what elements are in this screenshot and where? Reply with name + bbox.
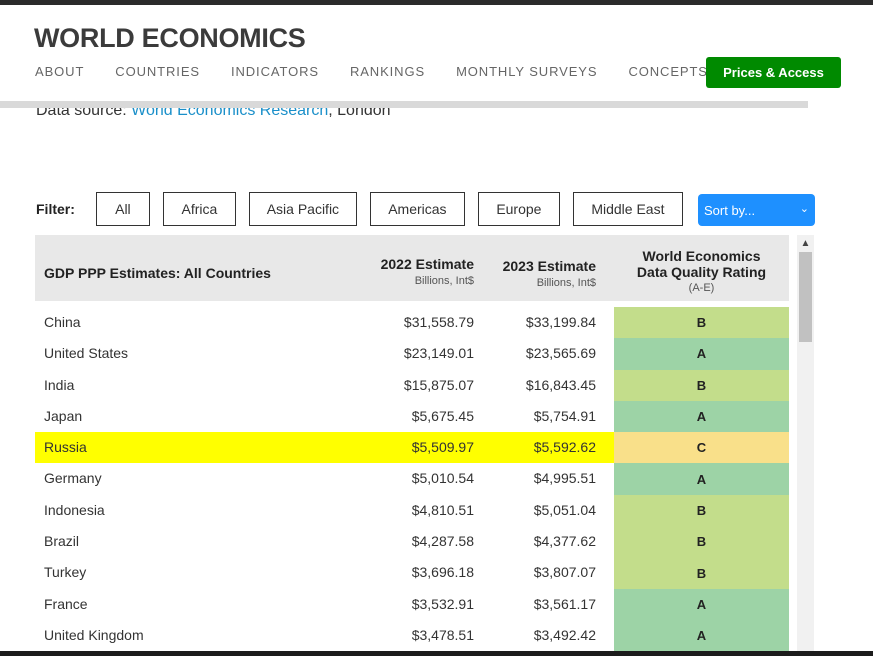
table-row[interactable]: Indonesia $4,810.51 $5,051.04 B: [35, 494, 789, 527]
value-2022: $31,558.79: [403, 314, 474, 330]
value-2023: $16,843.45: [525, 376, 596, 393]
value-2022: $3,696.18: [411, 564, 474, 581]
value-2023: $5,754.91: [533, 407, 596, 424]
col-2023-unit: Billions, Int$: [536, 277, 596, 289]
country-name: United Kingdom: [44, 626, 144, 643]
country-name: Turkey: [44, 564, 87, 581]
nav-indicators[interactable]: INDICATORS: [231, 64, 319, 79]
quality-rating: A: [614, 463, 789, 495]
value-2022: $3,532.91: [411, 595, 474, 612]
prices-access-button[interactable]: Prices & Access: [706, 57, 841, 88]
quality-rating: C: [614, 432, 789, 464]
value-2022: $15,875.07: [403, 376, 474, 393]
quality-rating: B: [614, 526, 789, 558]
value-2023: $3,807.07: [533, 564, 596, 581]
table-scrollbar[interactable]: ▲: [797, 235, 814, 651]
value-2022: $4,810.51: [411, 501, 474, 518]
table-row[interactable]: China $31,558.79 $33,199.84 B: [35, 307, 789, 339]
filter-all-button[interactable]: All: [95, 192, 150, 226]
value-2022: $23,149.01: [403, 345, 474, 362]
value-2023: $5,592.62: [533, 439, 596, 456]
scrollbar-thumb[interactable]: [799, 252, 812, 342]
quality-rating: A: [614, 400, 789, 433]
quality-rating: B: [614, 557, 789, 589]
table-title[interactable]: GDP PPP Estimates: All Countries: [44, 265, 271, 281]
country-name: Russia: [44, 439, 87, 456]
filter-row: Filter: All Africa Asia Pacific Americas…: [36, 192, 683, 226]
value-2023: $3,492.42: [533, 626, 596, 643]
country-name: Indonesia: [44, 501, 105, 518]
filter-middle-east-button[interactable]: Middle East: [572, 192, 683, 226]
country-name: Japan: [44, 407, 83, 424]
filter-label: Filter:: [36, 201, 75, 217]
site-header: WORLD ECONOMICS ABOUT COUNTRIES INDICATO…: [0, 5, 873, 101]
main-nav: ABOUT COUNTRIES INDICATORS RANKINGS MONT…: [35, 64, 739, 79]
table-row[interactable]: India $15,875.07 $16,843.45 B: [35, 369, 789, 401]
value-2023: $4,995.51: [533, 470, 596, 487]
country-name: United States: [44, 345, 129, 362]
col-rating-title-2: Data Quality Rating: [636, 264, 767, 280]
col-rating-header[interactable]: World Economics Data Quality Rating (A-E…: [614, 248, 789, 296]
value-2022: $5,509.97: [411, 439, 474, 456]
table-row[interactable]: Japan $5,675.45 $5,754.91 A: [35, 400, 789, 433]
filter-africa-button[interactable]: Africa: [162, 192, 236, 226]
filter-asia-pacific-button[interactable]: Asia Pacific: [248, 192, 357, 226]
table-body: China $31,558.79 $33,199.84 B United States $…: [35, 307, 789, 652]
window-bottom-strip: [0, 651, 873, 656]
filter-americas-button[interactable]: Americas: [369, 192, 465, 226]
value-2022: $3,478.51: [411, 626, 474, 643]
filter-europe-button[interactable]: Europe: [477, 192, 560, 226]
table-row[interactable]: Brazil $4,287.58 $4,377.62 B: [35, 526, 789, 558]
value-2022: $4,287.58: [411, 533, 474, 550]
quality-rating: A: [614, 588, 789, 620]
quality-rating: B: [614, 307, 789, 339]
chevron-down-icon: ⌄: [799, 203, 809, 215]
chevron-up-icon[interactable]: ▲: [797, 235, 814, 251]
country-name: France: [44, 595, 88, 612]
sort-select-label: Sort by...: [704, 202, 756, 218]
table-row[interactable]: France $3,532.91 $3,561.17 A: [35, 588, 789, 620]
table-header: GDP PPP Estimates: All Countries 2022 Es…: [35, 235, 789, 301]
value-2023: $33,199.84: [525, 314, 596, 330]
site-logo[interactable]: WORLD ECONOMICS: [34, 23, 306, 54]
country-name: Germany: [44, 470, 102, 487]
table-row[interactable]: United Kingdom $3,478.51 $3,492.42 A: [35, 619, 789, 652]
quality-rating: A: [614, 338, 789, 370]
quality-rating: A: [614, 619, 789, 652]
col-2023-title: 2023 Estimate: [502, 258, 596, 274]
value-2023: $23,565.69: [525, 345, 596, 362]
nav-about[interactable]: ABOUT: [35, 64, 84, 79]
country-name: Brazil: [44, 533, 80, 550]
header-shadow: [0, 100, 808, 108]
quality-rating: B: [614, 494, 789, 527]
col-rating-scale: (A-E): [688, 282, 715, 294]
sort-select[interactable]: Sort by... ⌄: [698, 194, 815, 226]
country-name: India: [44, 376, 75, 393]
nav-monthly-surveys[interactable]: MONTHLY SURVEYS: [456, 64, 597, 79]
table-row[interactable]: Turkey $3,696.18 $3,807.07 B: [35, 557, 789, 589]
table-row[interactable]: United States $23,149.01 $23,565.69 A: [35, 338, 789, 370]
col-2022-title: 2022 Estimate: [380, 256, 474, 272]
nav-concepts[interactable]: CONCEPTS: [628, 64, 707, 79]
nav-countries[interactable]: COUNTRIES: [115, 64, 200, 79]
value-2023: $5,051.04: [533, 501, 596, 518]
value-2023: $4,377.62: [533, 533, 596, 550]
value-2022: $5,010.54: [411, 470, 474, 487]
table-row[interactable]: Russia $5,509.97 $5,592.62 C: [35, 432, 789, 464]
nav-rankings[interactable]: RANKINGS: [350, 64, 425, 79]
value-2023: $3,561.17: [533, 595, 596, 612]
quality-rating: B: [614, 369, 789, 401]
col-rating-title-1: World Economics: [642, 248, 761, 264]
value-2022: $5,675.45: [411, 407, 474, 424]
col-2023-header[interactable]: 2023 Estimate Billions, Int$: [476, 258, 596, 289]
country-name: China: [44, 314, 81, 330]
col-2022-header[interactable]: 2022 Estimate Billions, Int$: [354, 256, 474, 287]
col-2022-unit: Billions, Int$: [414, 275, 474, 287]
table-row[interactable]: Germany $5,010.54 $4,995.51 A: [35, 463, 789, 495]
